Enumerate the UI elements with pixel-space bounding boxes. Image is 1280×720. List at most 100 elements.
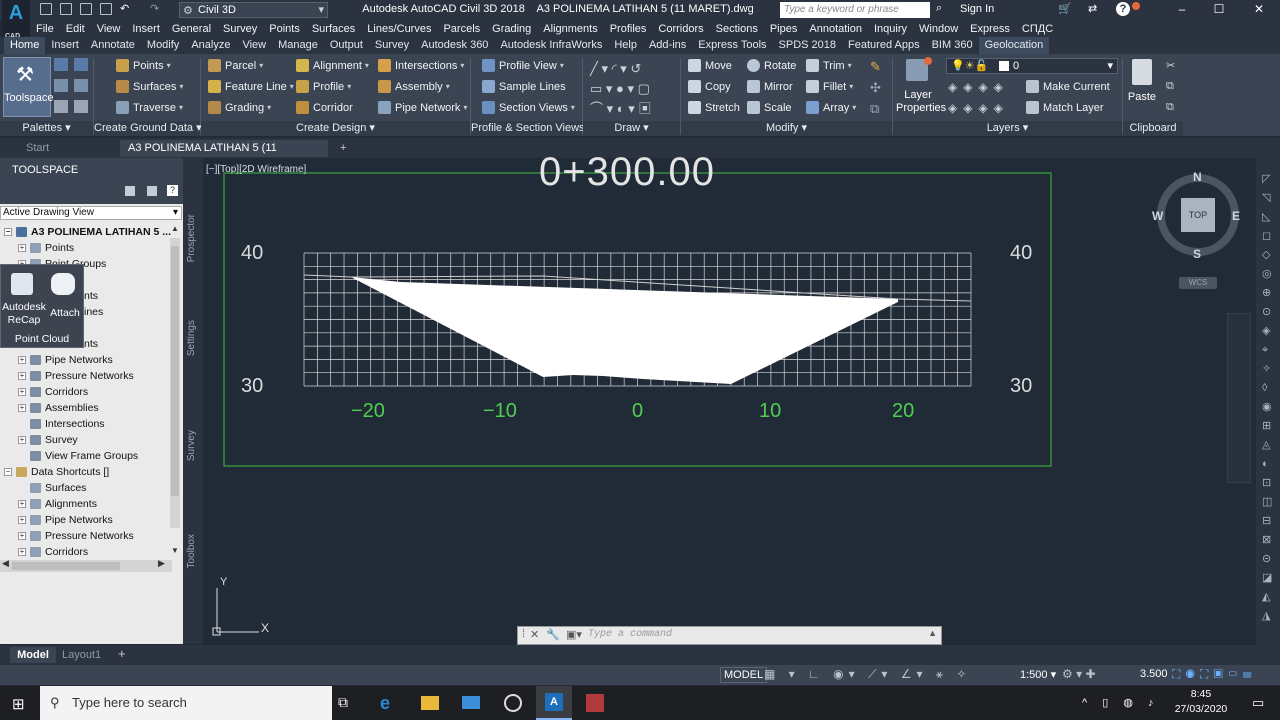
pipe-network-button[interactable]: Pipe Network ▾ <box>378 101 467 114</box>
menu-item[interactable]: Surfaces <box>312 23 355 35</box>
panel-create-ground-data[interactable]: Create Ground Data ▾ <box>94 121 202 136</box>
grading-button[interactable]: Grading ▾ <box>208 101 271 114</box>
open-icon[interactable] <box>60 3 72 15</box>
navigation-bar[interactable] <box>1227 313 1251 483</box>
scale-button[interactable]: Scale <box>747 101 792 114</box>
ribbon-tab[interactable]: Autodesk 360 <box>415 37 494 54</box>
ribbon-tab[interactable]: BIM 360 <box>926 37 979 54</box>
close-icon[interactable]: ✕ <box>530 628 539 641</box>
match-layer-button[interactable]: Match Layer <box>1026 101 1104 114</box>
offset-icon[interactable]: ⧉ <box>870 101 879 117</box>
vertical-scrollbar[interactable] <box>170 238 180 528</box>
ribbon-tab[interactable]: Analyze <box>185 37 236 54</box>
ribbon-tab[interactable]: Insert <box>45 37 85 54</box>
app-logo[interactable]: ACAD <box>2 0 30 40</box>
tree-item[interactable]: + Survey <box>18 432 78 448</box>
tree-item[interactable]: + Points <box>18 240 74 256</box>
compass-south[interactable]: S <box>1193 247 1201 261</box>
layers-palette-icon[interactable] <box>74 100 88 113</box>
edge-icon[interactable]: e <box>380 693 390 714</box>
toolspace-button[interactable]: ⚒ Toolspace <box>3 57 54 117</box>
recent-commands-icon[interactable]: ▣▾ <box>566 628 582 641</box>
tab-prospector[interactable]: Prospector <box>186 214 197 262</box>
tree-item[interactable]: Intersections <box>18 416 105 432</box>
add-layout-button[interactable]: + <box>118 646 126 661</box>
panel-profile-section[interactable]: Profile & Section Views <box>471 121 585 136</box>
menu-item[interactable]: Lines/Curves <box>367 23 431 35</box>
attach-cloud-icon[interactable] <box>51 273 75 295</box>
clock-app-icon[interactable] <box>504 694 522 712</box>
close-button[interactable]: ✕ <box>1245 2 1273 18</box>
viewcube-top[interactable]: TOP <box>1181 198 1215 232</box>
compass-east[interactable]: E <box>1232 209 1240 223</box>
erase-icon[interactable]: ✎ <box>870 59 881 75</box>
panel-create-design[interactable]: Create Design ▾ <box>201 121 470 136</box>
recap-icon[interactable] <box>11 273 33 295</box>
panel-draw[interactable]: Draw ▾ <box>583 121 680 136</box>
tree-item[interactable]: + Pressure Networks <box>18 368 134 384</box>
video-app-icon[interactable] <box>586 694 604 712</box>
menu-item[interactable]: Points <box>269 23 300 35</box>
tree-item[interactable]: nts <box>84 336 98 352</box>
tree-item[interactable]: + Pipe Networks <box>18 352 113 368</box>
tree-item[interactable]: + Assemblies <box>18 400 99 416</box>
tree-item[interactable]: + Pressure Networks <box>18 528 134 544</box>
tree-item[interactable]: + Pipe Networks <box>18 512 113 528</box>
command-input[interactable]: Type a command <box>588 629 672 640</box>
customize-icon[interactable]: 🔧 <box>546 628 560 641</box>
tab-toolbox[interactable]: Toolbox <box>186 534 197 568</box>
file-explorer-icon[interactable] <box>421 696 439 710</box>
status-tools[interactable]: ⛶◉⛶▣▭☰ <box>1172 667 1257 682</box>
surfaces-button[interactable]: Surfaces ▾ <box>116 80 183 93</box>
profile-view-button[interactable]: Profile View ▾ <box>482 59 564 72</box>
menu-item[interactable]: Inquiry <box>874 23 907 35</box>
ribbon-tab[interactable]: Annotate <box>85 37 141 54</box>
model-space-toggle[interactable]: MODEL <box>720 667 768 683</box>
tab-model[interactable]: Model <box>10 647 56 663</box>
panel-palettes[interactable]: Palettes ▾ <box>0 121 93 136</box>
intersections-button[interactable]: Intersections ▾ <box>378 59 464 72</box>
paste-button[interactable]: Paste <box>1126 57 1158 119</box>
grip-icon[interactable]: ⁞ <box>522 628 525 640</box>
menu-item[interactable]: Corridors <box>658 23 703 35</box>
trim-button[interactable]: Trim ▾ <box>806 59 852 72</box>
menu-item[interactable]: File <box>36 23 54 35</box>
menu-item[interactable]: Edit <box>66 23 85 35</box>
scroll-up-button[interactable]: ▲ <box>170 224 180 234</box>
menu-item[interactable]: Alignments <box>543 23 597 35</box>
ribbon-tab[interactable]: Geolocation <box>978 37 1050 54</box>
copy-button[interactable]: Copy <box>688 80 731 93</box>
cart-icon[interactable]: 🛒 <box>1058 2 1072 15</box>
taskbar-search-box[interactable]: ⚲ Type here to search <box>40 686 332 720</box>
tree-item[interactable]: + Alignments <box>18 496 97 512</box>
menu-item[interactable]: Sections <box>716 23 758 35</box>
system-tray[interactable]: ^ ▯ ◍ ♪ <box>1082 696 1159 709</box>
menu-item[interactable]: Window <box>919 23 958 35</box>
tree-item[interactable]: View Frame Groups <box>18 448 138 464</box>
menu-item[interactable]: Grading <box>492 23 531 35</box>
tab-layout1[interactable]: Layout1 <box>62 647 101 663</box>
menu-item[interactable]: General <box>172 23 211 35</box>
tab-settings[interactable]: Settings <box>186 320 197 356</box>
mail-icon[interactable] <box>462 696 480 709</box>
menu-item[interactable]: Insert <box>132 23 160 35</box>
layer-tools-row1[interactable]: ◈◈◈◈ <box>948 80 1009 94</box>
maximize-button[interactable]: ☐ <box>1205 2 1233 18</box>
workspace-dropdown[interactable]: ⚙ Civil 3D ▾ <box>179 2 328 18</box>
draw-tools[interactable]: ╱ ▾ ◜ ▾ ↺ ▭ ▾ ● ▾ ▢ ⌒ ▾ ◐ ▾ ▣ <box>590 59 670 116</box>
chevron-up-icon[interactable]: ▲ <box>928 628 937 638</box>
layer-dropdown[interactable]: 💡☀🔓 0 ▾ <box>946 58 1118 74</box>
ribbon-tab[interactable]: Home <box>4 37 46 54</box>
tree-item[interactable]: Surfaces <box>18 480 86 496</box>
ribbon-tab[interactable]: Modify <box>141 37 185 54</box>
clock-date[interactable]: 27/03/2020 <box>1172 703 1230 715</box>
design-center-icon[interactable] <box>74 79 88 92</box>
menu-item[interactable]: View <box>97 23 121 35</box>
task-view-icon[interactable]: ⧉ <box>338 694 348 711</box>
help-icon[interactable]: ? <box>1116 2 1130 16</box>
corridor-button[interactable]: Corridor <box>296 101 353 114</box>
panel-clipboard[interactable]: Clipboard <box>1123 121 1183 136</box>
tree-item[interactable]: ines <box>84 304 103 320</box>
sample-lines-button[interactable]: Sample Lines <box>482 80 566 93</box>
properties-icon[interactable] <box>54 79 68 92</box>
